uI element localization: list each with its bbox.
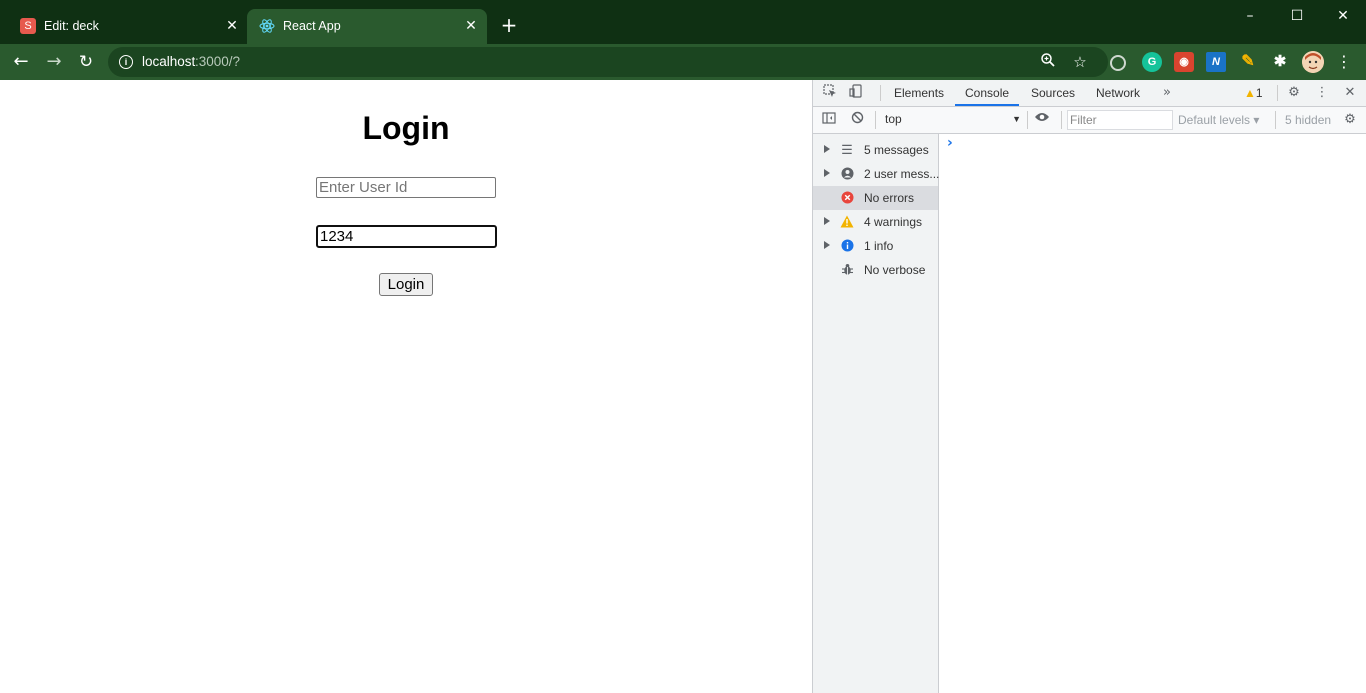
- console-settings-gear-icon[interactable]: ⚙: [1341, 111, 1359, 129]
- expand-arrow-icon[interactable]: [824, 169, 830, 177]
- live-expression-eye-icon[interactable]: [1033, 111, 1051, 129]
- toolbar-divider: [880, 85, 881, 101]
- browser-menu-icon[interactable]: ⋮: [1334, 52, 1354, 72]
- console-prompt-chevron-icon[interactable]: ›: [947, 135, 953, 151]
- list-icon: ☰: [841, 142, 853, 157]
- tab-title: React App: [283, 19, 341, 33]
- close-window-icon[interactable]: ✕: [1331, 6, 1355, 26]
- toolbar-divider: [1275, 111, 1276, 129]
- tab-sources[interactable]: Sources: [1031, 86, 1075, 100]
- warning-count-badge[interactable]: ▲1: [1244, 86, 1263, 100]
- user-icon: [840, 167, 854, 181]
- grammarly-extension-icon[interactable]: G: [1142, 52, 1162, 72]
- site-info-icon[interactable]: i: [119, 55, 133, 69]
- bug-icon: [840, 263, 854, 277]
- error-icon: [840, 191, 854, 205]
- sidebar-item-label: 2 user mess...: [864, 167, 940, 181]
- sidebar-item-label: 5 messages: [864, 143, 929, 157]
- browser-tab-strip: S Edit: deck ✕ React App ✕ + – ☐ ✕: [0, 0, 1366, 44]
- toolbar-divider: [1061, 111, 1062, 129]
- back-arrow-icon[interactable]: ←: [9, 50, 33, 74]
- log-levels-dropdown[interactable]: Default levels ▾: [1178, 113, 1259, 127]
- userid-input[interactable]: [316, 177, 496, 198]
- extensions-puzzle-icon[interactable]: ✱: [1270, 52, 1290, 72]
- console-filter-input[interactable]: [1067, 110, 1173, 130]
- sidebar-item-verbose[interactable]: No verbose: [813, 258, 938, 282]
- password-input[interactable]: [316, 225, 497, 248]
- extension-n-icon[interactable]: N: [1206, 52, 1226, 72]
- active-tab-underline: [955, 104, 1019, 106]
- url-host: localhost: [142, 54, 196, 69]
- sidebar-item-errors[interactable]: No errors: [813, 186, 938, 210]
- address-bar[interactable]: i localhost :3000/? ☆: [108, 47, 1108, 77]
- slides-favicon-icon: S: [20, 18, 36, 34]
- tab-console[interactable]: Console: [965, 86, 1009, 100]
- devtools-panel: Elements Console Sources Network » ▲1 ⚙ …: [812, 80, 1366, 693]
- sidebar-item-messages[interactable]: ☰ 5 messages: [813, 138, 938, 162]
- forward-arrow-icon[interactable]: →: [42, 50, 66, 74]
- console-sidebar: ☰ 5 messages 2 user mess... No errors 4 …: [813, 134, 939, 693]
- show-sidebar-icon[interactable]: [820, 111, 838, 129]
- reload-icon[interactable]: ↻: [74, 50, 98, 74]
- extension-circle-icon[interactable]: [1110, 55, 1126, 71]
- bookmark-star-icon[interactable]: ☆: [1070, 52, 1090, 72]
- tab-edit-deck[interactable]: S Edit: deck ✕: [8, 9, 246, 44]
- zoom-icon[interactable]: [1038, 52, 1058, 72]
- expand-arrow-icon[interactable]: [824, 241, 830, 249]
- expand-arrow-icon[interactable]: [824, 145, 830, 153]
- web-page: Login Login: [0, 80, 812, 693]
- settings-gear-icon[interactable]: ⚙: [1285, 84, 1303, 102]
- url-path: :3000/?: [195, 54, 241, 69]
- dropdown-arrow-icon: ▼: [1012, 114, 1021, 124]
- pen-extension-icon[interactable]: ✎: [1238, 52, 1258, 72]
- tab-network[interactable]: Network: [1096, 86, 1140, 100]
- sidebar-item-label: 4 warnings: [864, 215, 923, 229]
- close-tab-icon[interactable]: ✕: [461, 16, 481, 36]
- hidden-messages-count: 5 hidden: [1285, 113, 1332, 127]
- maximize-window-icon[interactable]: ☐: [1285, 6, 1309, 26]
- login-button[interactable]: Login: [379, 273, 433, 296]
- sidebar-item-user-messages[interactable]: 2 user mess...: [813, 162, 940, 186]
- close-devtools-icon[interactable]: ✕: [1341, 84, 1359, 102]
- toolbar-divider: [875, 111, 876, 129]
- browser-toolbar: ← → ↻ i localhost :3000/? ☆ G ◉ N ✎ ✱ ⋮: [0, 44, 1366, 80]
- new-tab-button[interactable]: +: [498, 15, 520, 37]
- clear-console-icon[interactable]: [848, 111, 866, 129]
- context-select[interactable]: top ▼: [885, 110, 1021, 128]
- tab-react-app[interactable]: React App ✕: [247, 9, 487, 44]
- sidebar-item-label: No errors: [864, 191, 915, 205]
- console-toolbar: top▼ Default levels ▾ 5 hidden ⚙: [813, 107, 1366, 134]
- close-tab-icon[interactable]: ✕: [222, 16, 242, 36]
- toolbar-divider: [1027, 111, 1028, 129]
- expand-arrow-icon[interactable]: [824, 217, 830, 225]
- devtools-tab-strip: Elements Console Sources Network » ▲1 ⚙ …: [813, 80, 1366, 107]
- more-tabs-chevron-icon[interactable]: »: [1158, 84, 1176, 102]
- device-toolbar-icon[interactable]: [847, 84, 865, 102]
- info-icon: [840, 239, 854, 253]
- tab-title: Edit: deck: [44, 19, 99, 33]
- sidebar-item-info[interactable]: 1 info: [813, 234, 938, 258]
- sidebar-item-label: No verbose: [864, 263, 926, 277]
- extension-red-icon[interactable]: ◉: [1174, 52, 1194, 72]
- sidebar-item-warnings[interactable]: 4 warnings: [813, 210, 938, 234]
- page-title: Login: [362, 110, 450, 146]
- tab-elements[interactable]: Elements: [894, 86, 944, 100]
- profile-avatar[interactable]: [1302, 51, 1324, 73]
- sidebar-item-label: 1 info: [864, 239, 894, 253]
- inspect-element-icon[interactable]: [821, 84, 839, 102]
- devtools-menu-icon[interactable]: ⋮: [1313, 84, 1331, 102]
- warning-triangle-icon: ▲: [1244, 86, 1256, 100]
- react-favicon-icon: [259, 18, 275, 34]
- warning-icon: [840, 215, 854, 229]
- minimize-window-icon[interactable]: –: [1238, 6, 1262, 26]
- toolbar-divider: [1277, 85, 1278, 101]
